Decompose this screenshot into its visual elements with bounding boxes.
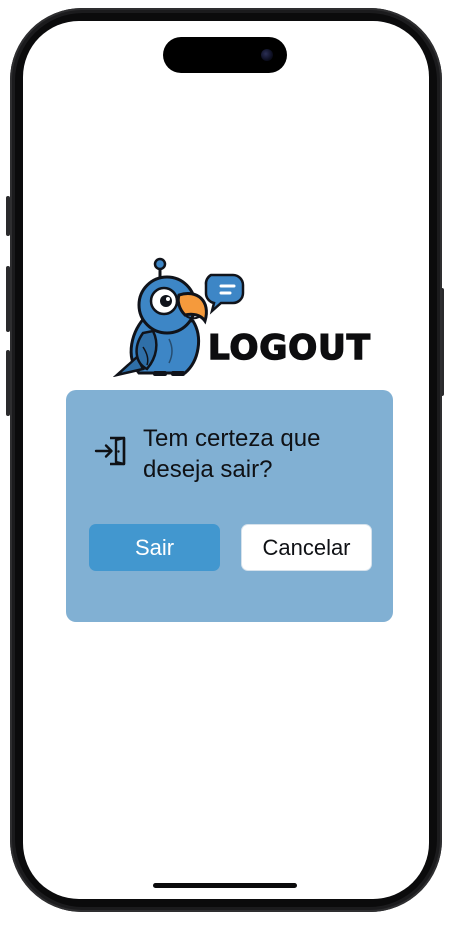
logout-logo: LOGOUT — [113, 257, 383, 377]
logout-dialog: Tem certeza que deseja sair? Sair Cancel… — [66, 390, 393, 622]
front-camera — [261, 49, 273, 61]
phone-screen: LOGOUT Tem certeza que deseja sair? Sair… — [23, 21, 429, 899]
device-stage: LOGOUT Tem certeza que deseja sair? Sair… — [0, 0, 474, 943]
dynamic-island — [163, 37, 287, 73]
login-door-icon — [94, 436, 126, 466]
logo-wordmark: LOGOUT — [207, 328, 371, 368]
home-indicator[interactable] — [153, 883, 297, 888]
sair-button[interactable]: Sair — [89, 524, 220, 571]
confirm-logout-message: Tem certeza que deseja sair? — [143, 425, 321, 483]
cancelar-button[interactable]: Cancelar — [241, 524, 372, 571]
